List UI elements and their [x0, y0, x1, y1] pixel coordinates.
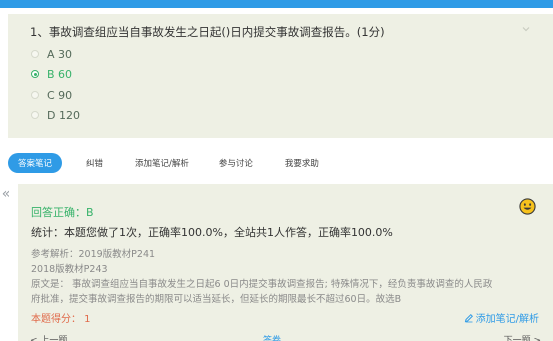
tab-report-error[interactable]: 纠错: [86, 154, 103, 172]
question-score: 本题得分： 1: [31, 314, 91, 325]
option-d[interactable]: D 120: [31, 108, 80, 122]
option-c-label: C 90: [47, 88, 73, 102]
reference-line: 原文是： 事故调查组应当自事故发生之日起6 0日内提交事故调查报告; 特殊情况下…: [31, 279, 493, 290]
next-question-button[interactable]: 下一题 >: [504, 333, 541, 341]
option-b-label: B 60: [47, 67, 73, 81]
radio-a[interactable]: [31, 50, 39, 58]
top-bar: [0, 0, 553, 8]
bottom-nav: < 上一题 答卷 下一题 >: [18, 333, 553, 341]
reference-line: 府批准，提交事故调查报告的期限可以适当延长，但延长的期限最长不超过60日。故选B: [31, 294, 402, 305]
tab-discussion[interactable]: 参与讨论: [219, 154, 253, 172]
answer-result: 回答正确：B: [31, 206, 94, 219]
radio-c[interactable]: [31, 91, 39, 99]
answer-card: 回答正确：B 统计：本题您做了1次，正确率100.0%，全站共1人作答，正确率1…: [18, 184, 553, 341]
option-b[interactable]: B 60: [31, 67, 72, 81]
tab-answer-notes[interactable]: 答案笔记: [8, 153, 63, 173]
option-c[interactable]: C 90: [31, 88, 72, 102]
option-a-label: A 30: [47, 47, 73, 61]
pencil-icon: [464, 313, 473, 322]
smiley-icon: [519, 198, 536, 215]
tab-ask-help[interactable]: 我要求助: [285, 154, 319, 172]
prev-question-button[interactable]: < 上一题: [30, 333, 67, 341]
option-d-label: D 120: [47, 108, 80, 122]
double-chevron-left-icon: «: [1, 186, 11, 202]
reference-line: 2018版教材P243: [31, 264, 108, 275]
answer-sheet-button[interactable]: 答卷: [263, 333, 281, 341]
tab-add-note[interactable]: 添加笔记/解析: [135, 154, 189, 172]
answer-stats: 统计：本题您做了1次，正确率100.0%，全站共1人作答，正确率100.0%: [31, 226, 393, 239]
reference-line: 参考解析：2019版教材P241: [31, 249, 156, 260]
question-card: 1、事故调查组应当自事故发生之日起()日内提交事故调查报告。(1分) A 30 …: [8, 14, 553, 138]
add-note-link[interactable]: 添加笔记/解析: [464, 310, 539, 325]
option-a[interactable]: A 30: [31, 47, 72, 61]
sidebar-toggle[interactable]: «: [0, 176, 12, 326]
question-title: 1、事故调查组应当自事故发生之日起()日内提交事故调查报告。(1分): [30, 25, 385, 39]
radio-d[interactable]: [31, 111, 39, 119]
chevron-down-icon[interactable]: [521, 24, 531, 34]
radio-b[interactable]: [31, 70, 39, 78]
add-note-label: 添加笔记/解析: [475, 314, 539, 325]
action-tabs: 答案笔记 纠错 添加笔记/解析 参与讨论 我要求助: [8, 153, 319, 173]
